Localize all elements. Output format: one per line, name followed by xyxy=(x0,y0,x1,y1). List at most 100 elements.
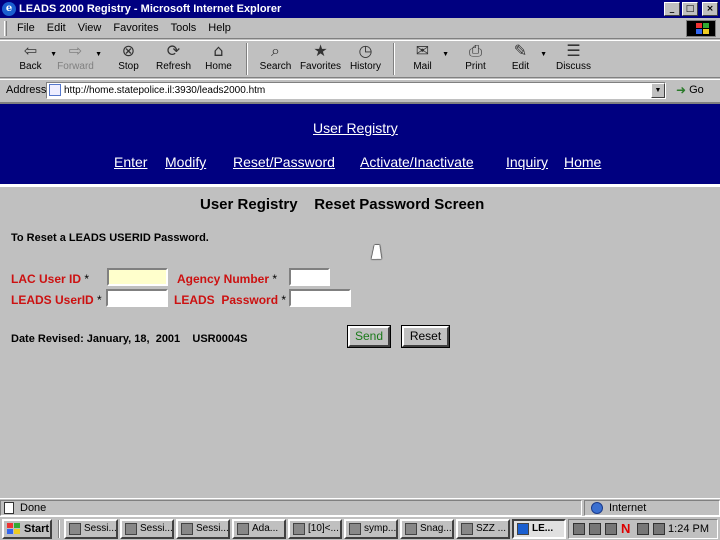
address-url[interactable]: http://home.statepolice.il:3930/leads200… xyxy=(64,85,265,96)
history-label: History xyxy=(349,61,382,72)
start-button[interactable]: Start xyxy=(2,518,52,539)
address-dropdown-icon[interactable]: ▼ xyxy=(651,82,665,98)
taskbar-item-szz[interactable]: SZZ ... xyxy=(456,518,510,539)
agency-number-input[interactable] xyxy=(289,268,330,286)
leads-userid-label: LEADS UserID * xyxy=(11,293,102,307)
edit-button[interactable]: ✎ Edit ▼ xyxy=(498,41,547,77)
nav-inquiry-link[interactable]: Inquiry xyxy=(506,154,548,170)
snagit-icon xyxy=(405,522,417,535)
app-icon xyxy=(293,522,305,535)
taskbar-separator xyxy=(58,519,60,538)
menu-file[interactable]: File xyxy=(11,22,41,34)
favorites-label: Favorites xyxy=(299,61,342,72)
nav-enter-link[interactable]: Enter xyxy=(114,154,147,170)
refresh-button[interactable]: ⟳ Refresh xyxy=(151,41,196,77)
lac-user-id-input[interactable] xyxy=(107,268,168,286)
taskbar-item-session-1[interactable]: Sessi... xyxy=(64,518,118,539)
back-button[interactable]: ⇦ Back ▼ xyxy=(8,41,57,77)
windows-taskbar: Start Sessi... Sessi... Sessi... Ada... … xyxy=(0,516,720,540)
nav-activate-inactivate-link[interactable]: Activate/Inactivate xyxy=(360,154,474,170)
internet-explorer-icon xyxy=(517,522,529,535)
address-bar: Address http://home.statepolice.il:3930/… xyxy=(0,79,720,100)
print-button[interactable]: ⎙ Print xyxy=(453,41,498,77)
session-icon xyxy=(181,522,193,535)
nav-reset-password-link[interactable]: Reset/Password xyxy=(233,154,335,170)
go-label: Go xyxy=(689,84,704,96)
status-bar: Done Internet xyxy=(0,498,720,516)
leads-userid-input[interactable] xyxy=(106,289,168,307)
history-button[interactable]: ◷ History xyxy=(343,41,388,77)
leads-password-label: LEADS Password * xyxy=(174,293,287,307)
leads-password-input[interactable] xyxy=(289,289,351,307)
taskbar-item-ada[interactable]: Ada... xyxy=(232,518,286,539)
search-button[interactable]: ⌕ Search xyxy=(253,41,298,77)
system-tray: N 1:24 PM xyxy=(568,519,718,539)
start-label: Start xyxy=(24,522,50,535)
status-main: Done xyxy=(0,499,582,516)
menu-view[interactable]: View xyxy=(72,22,108,34)
discuss-button[interactable]: ☰ Discuss xyxy=(551,41,596,77)
taskbar-item-session-3[interactable]: Sessi... xyxy=(176,518,230,539)
system-clock[interactable]: 1:24 PM xyxy=(668,523,709,535)
page-icon xyxy=(49,84,61,96)
window-title-bar[interactable]: e LEADS 2000 Registry - Microsoft Intern… xyxy=(0,0,720,18)
stop-icon: ⊗ xyxy=(121,41,136,60)
taskbar-item-snag[interactable]: Snag... xyxy=(400,518,454,539)
stop-button[interactable]: ⊗ Stop xyxy=(106,41,151,77)
go-button[interactable]: ➜ Go xyxy=(676,83,704,97)
forward-arrow-icon: ⇨ xyxy=(68,41,83,60)
user-registry-link[interactable]: User Registry xyxy=(313,120,398,136)
menu-help[interactable]: Help xyxy=(202,22,237,34)
agency-number-label: Agency Number * xyxy=(177,272,278,286)
window-title: LEADS 2000 Registry - Microsoft Internet… xyxy=(19,3,282,15)
menu-favorites[interactable]: Favorites xyxy=(107,22,164,34)
mouse-cursor-icon xyxy=(371,245,385,259)
zone-text: Internet xyxy=(609,501,647,514)
taskbar-item-10[interactable]: [10]<... xyxy=(288,518,342,539)
mail-dropdown-icon[interactable]: ▼ xyxy=(442,51,449,58)
taskbar-item-session-2[interactable]: Sessi... xyxy=(120,518,174,539)
norton-icon[interactable]: N xyxy=(621,522,633,536)
forward-button[interactable]: ⇨ Forward ▼ xyxy=(53,41,102,77)
edit-dropdown-icon[interactable]: ▼ xyxy=(540,51,547,58)
forward-label: Forward xyxy=(57,61,94,72)
security-zone: Internet xyxy=(584,499,720,516)
mail-icon: ✉ xyxy=(415,41,430,60)
forward-dropdown-icon[interactable]: ▼ xyxy=(95,51,102,58)
close-button[interactable]: × xyxy=(702,2,718,16)
mail-label: Mail xyxy=(413,61,432,72)
tray-app-icon[interactable] xyxy=(605,523,617,535)
search-label: Search xyxy=(259,61,292,72)
nav-home-link[interactable]: Home xyxy=(564,154,601,170)
send-button[interactable]: Send xyxy=(347,325,391,348)
favorites-button[interactable]: ★ Favorites xyxy=(298,41,343,77)
windows-logo-icon xyxy=(686,20,716,37)
refresh-label: Refresh xyxy=(155,61,191,72)
stop-label: Stop xyxy=(118,61,139,72)
internet-globe-icon xyxy=(591,501,603,514)
standard-toolbar: ⇦ Back ▼ ⇨ Forward ▼ ⊗ Stop ⟳ Refresh ⌂ Home ⌕ S… xyxy=(0,40,720,78)
tray-app-icon[interactable] xyxy=(589,523,601,535)
mail-button[interactable]: ✉ Mail ▼ xyxy=(400,41,449,77)
address-input[interactable]: http://home.statepolice.il:3930/leads200… xyxy=(46,81,666,99)
favorites-icon: ★ xyxy=(313,41,328,60)
minimize-button[interactable]: _ xyxy=(664,2,680,16)
windows-flag-icon xyxy=(7,522,21,535)
session-icon xyxy=(69,522,81,535)
tray-app-icon[interactable] xyxy=(653,523,665,535)
page-heading: User Registry Reset Password Screen xyxy=(200,196,485,213)
maximize-button[interactable]: □ xyxy=(682,2,698,16)
taskbar-item-symp[interactable]: symp... xyxy=(344,518,398,539)
edit-icon: ✎ xyxy=(513,41,528,60)
taskbar-item-leads[interactable]: LE... xyxy=(512,518,566,539)
back-label: Back xyxy=(19,61,42,72)
search-icon: ⌕ xyxy=(271,41,280,60)
tray-app-icon[interactable] xyxy=(637,523,649,535)
home-icon: ⌂ xyxy=(213,41,224,60)
menu-edit[interactable]: Edit xyxy=(41,22,72,34)
menu-tools[interactable]: Tools xyxy=(165,22,203,34)
tray-app-icon[interactable] xyxy=(573,523,585,535)
home-button[interactable]: ⌂ Home xyxy=(196,41,241,77)
reset-button[interactable]: Reset xyxy=(401,325,450,348)
nav-modify-link[interactable]: Modify xyxy=(165,154,206,170)
